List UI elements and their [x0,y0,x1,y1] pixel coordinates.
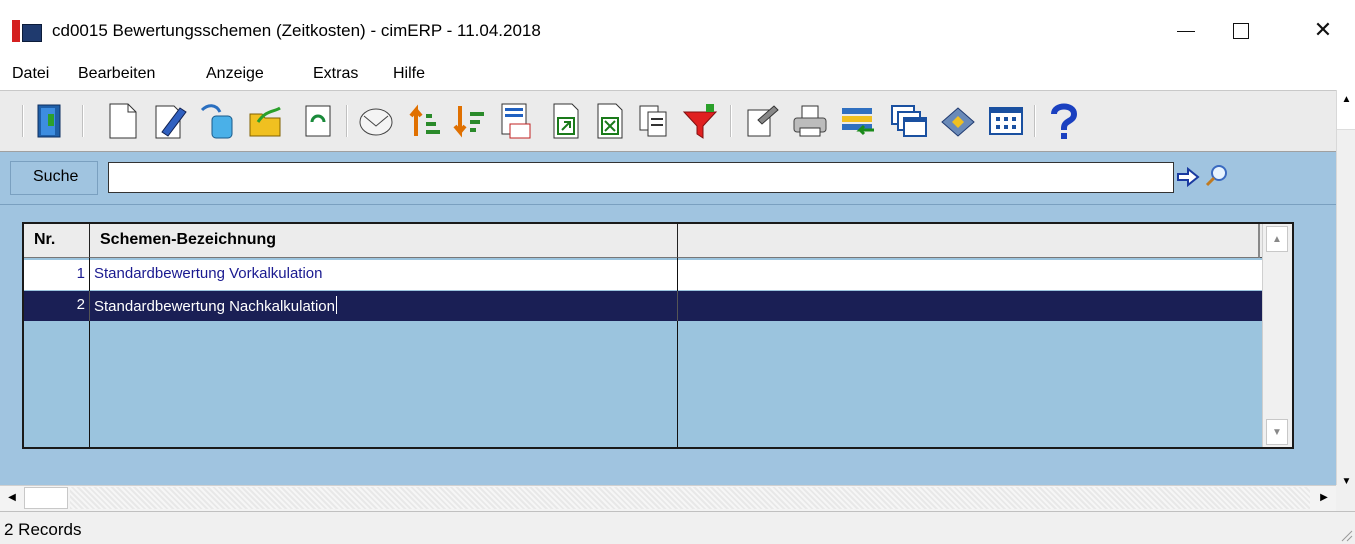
scroll-track[interactable] [70,487,1310,509]
menu-datei[interactable]: Datei [12,65,49,83]
calendar-grid-icon [989,107,1023,135]
cell-nr: 1 [24,260,90,290]
calendar-button[interactable] [986,100,1026,142]
table-row-selected[interactable]: 2 Standardbewertung Nachkalkulation [24,291,1266,321]
resize-grip-icon[interactable] [1339,528,1353,542]
new-document-icon [109,103,137,139]
panel-divider [0,204,1336,205]
minimize-button[interactable] [1163,10,1209,50]
maximize-icon [1233,23,1249,40]
sort-ascending-button[interactable] [406,100,446,142]
exit-button[interactable] [30,100,70,142]
copy-button[interactable] [198,100,238,142]
column-header-nr[interactable]: Nr. [24,224,90,258]
toolbar-separator [1034,105,1036,137]
grid-header: Nr. Schemen-Bezeichnung [24,224,1266,258]
menu-bar: Datei Bearbeiten Anzeige Extras Hilfe [0,58,1355,90]
toolbar-separator [22,105,24,137]
toolbar-separator [346,105,348,137]
close-button[interactable]: ✕ [1300,10,1346,50]
windows-button[interactable] [888,100,928,142]
minimize-icon [1177,30,1195,32]
scroll-right-icon[interactable]: ▶ [1314,487,1334,509]
properties-icon [747,105,779,137]
toolbar [0,90,1336,152]
export-button[interactable] [546,100,586,142]
edit-pencil-icon [155,105,187,139]
edit-button[interactable] [150,100,190,142]
menu-anzeige[interactable]: Anzeige [206,65,264,83]
menu-hilfe[interactable]: Hilfe [393,65,425,83]
grid-scroll-down-icon[interactable]: ▼ [1266,419,1288,445]
main-panel: Suche Nr. Schemen-Bezeichnung 1 Standard… [0,152,1336,485]
properties-button[interactable] [742,100,782,142]
scroll-thumb[interactable] [24,487,68,509]
import-icon [842,108,874,136]
data-grid: Nr. Schemen-Bezeichnung 1 Standardbewert… [22,222,1294,449]
title-bar: cd0015 Bewertungsschemen (Zeitkosten) - … [0,0,1355,58]
menu-extras[interactable]: Extras [313,65,358,83]
new-button[interactable] [102,100,142,142]
column-header-empty[interactable] [678,224,1260,258]
app-logo-icon [12,20,42,42]
record-count: 2 Records [4,520,82,539]
sort-descending-icon [453,106,484,138]
email-button[interactable] [356,100,396,142]
notes-icon [941,107,975,137]
excel-export-button[interactable] [590,100,630,142]
email-icon [359,108,393,136]
window-vertical-scrollbar[interactable]: ▲ ▼ [1336,90,1355,490]
grid-scroll-up-icon[interactable]: ▲ [1266,226,1288,252]
arrow-right-icon [1177,166,1200,188]
scroll-left-icon[interactable]: ◀ [2,487,22,509]
toolbar-separator [730,105,732,137]
help-button[interactable] [1044,100,1084,142]
refresh-button[interactable] [298,100,338,142]
copy-record-icon [200,104,233,139]
duplicate-button[interactable] [634,100,674,142]
exit-door-icon [37,104,61,138]
text-caret [336,296,337,314]
cell-bezeichnung-text: Standardbewertung Nachkalkulation [94,298,335,315]
cell-extra [678,260,1266,290]
search-find-button[interactable] [1204,163,1230,189]
open-folder-icon [249,106,281,137]
export-icon [553,103,579,139]
filter-icon [682,104,718,139]
maximize-button[interactable] [1218,10,1264,50]
windows-icon [891,105,927,137]
help-icon [1051,103,1078,139]
window-title: cd0015 Bewertungsschemen (Zeitkosten) - … [52,21,541,40]
column-header-bezeichnung[interactable]: Schemen-Bezeichnung [90,224,678,258]
open-button[interactable] [246,100,286,142]
notes-button[interactable] [938,100,978,142]
cell-nr: 2 [24,291,90,321]
magnifier-icon [1205,165,1227,187]
scroll-up-icon[interactable]: ▲ [1337,90,1355,130]
search-label: Suche [10,161,98,195]
scrollbar-corner [1336,485,1355,511]
print-button[interactable] [790,100,830,142]
menu-bearbeiten[interactable]: Bearbeiten [78,65,155,83]
cell-bezeichnung-editing[interactable]: Standardbewertung Nachkalkulation [90,291,678,321]
print-icon [793,105,827,137]
sort-descending-button[interactable] [450,100,490,142]
table-row[interactable]: 1 Standardbewertung Vorkalkulation [24,260,1266,290]
refresh-icon [305,105,331,137]
filter-button[interactable] [680,100,720,142]
cell-bezeichnung: Standardbewertung Vorkalkulation [90,260,678,290]
sort-ascending-icon [409,104,440,136]
cell-extra [678,291,1266,321]
grid-vertical-scrollbar[interactable]: ▲ ▼ [1262,224,1292,447]
import-button[interactable] [838,100,878,142]
excel-export-icon [597,103,623,139]
status-bar: 2 Records [0,511,1355,544]
count-records-icon [501,103,531,139]
search-go-button[interactable] [1176,166,1200,188]
search-input[interactable] [108,162,1174,193]
toolbar-separator [82,105,84,137]
count-button[interactable] [496,100,536,142]
horizontal-scrollbar[interactable]: ◀ ▶ [0,485,1336,511]
duplicate-icon [639,105,667,137]
